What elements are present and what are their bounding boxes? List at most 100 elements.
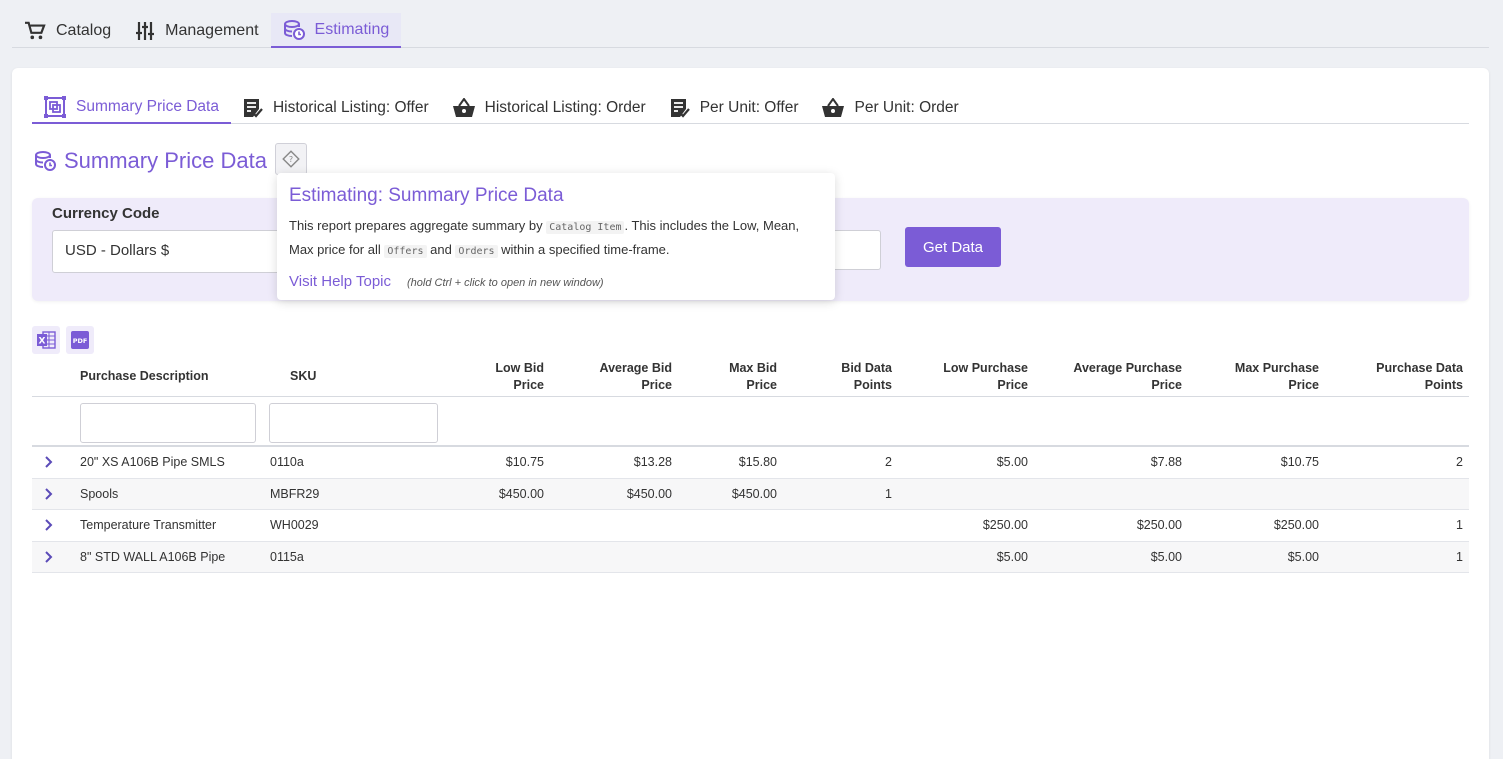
checklist-icon [243, 98, 263, 118]
cell-low-bid: $10.75 [505, 455, 544, 469]
cell-purchase-points: 2 [1456, 455, 1463, 469]
cell-description: 8" STD WALL A106B Pipe [80, 549, 226, 564]
sku-filter-input[interactable] [269, 403, 438, 443]
header-low-bid[interactable]: Low Bid Price [495, 360, 544, 394]
table-header: Purchase Description SKU Low Bid Price Av… [32, 356, 1469, 397]
cell-description: Spools [80, 486, 119, 501]
svg-text:PDF: PDF [73, 337, 88, 345]
excel-icon: X [37, 331, 56, 349]
tab-historical-order[interactable]: Historical Listing: Order [441, 91, 658, 124]
cart-icon [25, 21, 46, 39]
table-filter-row [32, 397, 1469, 447]
export-pdf-button[interactable]: PDF [66, 326, 94, 354]
tab-estimating-label: Estimating [314, 20, 390, 38]
header-bid-points[interactable]: Bid Data Points [841, 360, 892, 394]
sliders-icon [136, 21, 155, 40]
header-low-purchase[interactable]: Low Purchase Price [943, 360, 1028, 394]
sub-nav: Summary Price Data Historical Listing: O… [32, 91, 1469, 124]
tab-catalog-label: Catalog [56, 21, 112, 39]
chevron-right-icon[interactable] [44, 487, 54, 504]
estimating-icon [283, 19, 305, 40]
tab-estimating[interactable]: Estimating [270, 13, 402, 48]
tab-per-unit-order-label: Per Unit: Order [854, 98, 959, 116]
checklist-icon [670, 98, 690, 118]
export-buttons: X PDF [32, 326, 100, 354]
estimating-icon [35, 151, 56, 171]
cell-avg-purchase: $250.00 [1136, 518, 1182, 532]
popup-link-row: Visit Help Topic (hold Ctrl + click to o… [289, 273, 823, 290]
cell-low-purchase: $5.00 [996, 455, 1028, 469]
cell-purchase-points: 1 [1456, 518, 1463, 532]
cell-low-bid: $450.00 [498, 486, 544, 501]
page-title-text: Summary Price Data [64, 148, 267, 173]
table-row[interactable]: 8" STD WALL A106B Pipe 0115a $5.00 $5.00 $5.… [32, 541, 1469, 573]
header-average-purchase[interactable]: Average Purchase Price [1073, 360, 1182, 394]
cell-sku: 0115a [270, 549, 304, 564]
help-diamond-icon: ? [282, 150, 300, 168]
basket-icon [822, 97, 845, 117]
popup-title: Estimating: Summary Price Data [289, 185, 564, 206]
cell-avg-bid: $450.00 [626, 486, 672, 501]
chevron-right-icon[interactable] [44, 455, 54, 472]
cell-bid-points: 2 [885, 455, 892, 469]
header-max-bid[interactable]: Max Bid Price [729, 360, 777, 394]
cell-bid-points: 1 [885, 486, 892, 501]
visit-help-topic-link[interactable]: Visit Help Topic [289, 273, 391, 290]
cell-description: Temperature Transmitter [80, 518, 217, 532]
header-sku[interactable]: SKU [290, 368, 316, 385]
header-max-purchase[interactable]: Max Purchase Price [1235, 360, 1319, 394]
description-filter-input[interactable] [80, 403, 256, 443]
tab-historical-offer-label: Historical Listing: Offer [272, 98, 429, 116]
help-button[interactable]: ? [275, 143, 307, 175]
chevron-right-icon[interactable] [44, 550, 54, 567]
tab-catalog[interactable]: Catalog [12, 13, 123, 48]
table-row[interactable]: Temperature Transmitter WH0029 $250.00 $250… [32, 510, 1469, 542]
top-nav: Catalog Management Estimating [12, 13, 1489, 48]
basket-icon [452, 97, 475, 117]
chevron-right-icon[interactable] [44, 518, 54, 535]
cell-max-purchase: $250.00 [1273, 518, 1319, 532]
currency-label: Currency Code [52, 205, 160, 222]
cell-avg-purchase: $7.88 [1150, 455, 1182, 469]
cell-avg-bid: $13.28 [633, 455, 672, 469]
cell-description: 20" XS A106B Pipe SMLS [80, 455, 225, 469]
tab-summary-label: Summary Price Data [76, 97, 219, 115]
cell-max-purchase: $10.75 [1280, 455, 1319, 469]
table-row[interactable]: 20" XS A106B Pipe SMLS 0110a $10.75 $13.28 $… [32, 447, 1469, 479]
header-purchase-points[interactable]: Purchase Data Points [1376, 360, 1463, 394]
price-data-table: Purchase Description SKU Low Bid Price Av… [32, 356, 1469, 573]
cell-purchase-points: 1 [1456, 549, 1463, 564]
tab-management-label: Management [165, 21, 259, 39]
tab-historical-offer[interactable]: Historical Listing: Offer [231, 91, 441, 124]
code-orders: Orders [455, 245, 498, 258]
cell-sku: WH0029 [270, 518, 319, 532]
tab-per-unit-offer[interactable]: Per Unit: Offer [658, 91, 811, 124]
popup-hint: (hold Ctrl + click to open in new window… [407, 277, 604, 289]
tab-per-unit-order[interactable]: Per Unit: Order [810, 91, 970, 124]
tab-summary-price-data[interactable]: Summary Price Data [32, 91, 231, 124]
table-body: 20" XS A106B Pipe SMLS 0110a $10.75 $13.28 $… [32, 447, 1469, 573]
table-row[interactable]: Spools MBFR29 $450.00 $450.00 $450.00 1 [32, 478, 1469, 510]
summary-icon [44, 95, 66, 118]
cell-low-purchase: $250.00 [982, 518, 1028, 532]
pdf-icon: PDF [71, 331, 89, 349]
currency-value: USD - Dollars $ [65, 242, 170, 259]
svg-text:?: ? [289, 155, 293, 164]
main-card: Summary Price Data Historical Listing: O… [12, 68, 1489, 759]
header-average-bid[interactable]: Average Bid Price [600, 360, 672, 394]
tab-per-unit-offer-label: Per Unit: Offer [699, 98, 799, 116]
cell-max-bid: $450.00 [731, 486, 777, 501]
tab-management[interactable]: Management [123, 13, 270, 48]
cell-avg-purchase: $5.00 [1150, 549, 1182, 564]
export-excel-button[interactable]: X [32, 326, 60, 354]
cell-max-bid: $15.80 [738, 455, 777, 469]
get-data-button[interactable]: Get Data [905, 227, 1001, 267]
header-description[interactable]: Purchase Description [80, 368, 209, 385]
popup-body: This report prepares aggregate summary b… [289, 218, 800, 258]
cell-low-purchase: $5.00 [996, 549, 1028, 564]
currency-select[interactable]: USD - Dollars $ × [52, 230, 292, 273]
svg-text:X: X [39, 337, 46, 347]
cell-max-purchase: $5.00 [1287, 549, 1319, 564]
code-offers: Offers [384, 245, 427, 258]
help-popup: Estimating: Summary Price Data This repo… [277, 173, 835, 300]
